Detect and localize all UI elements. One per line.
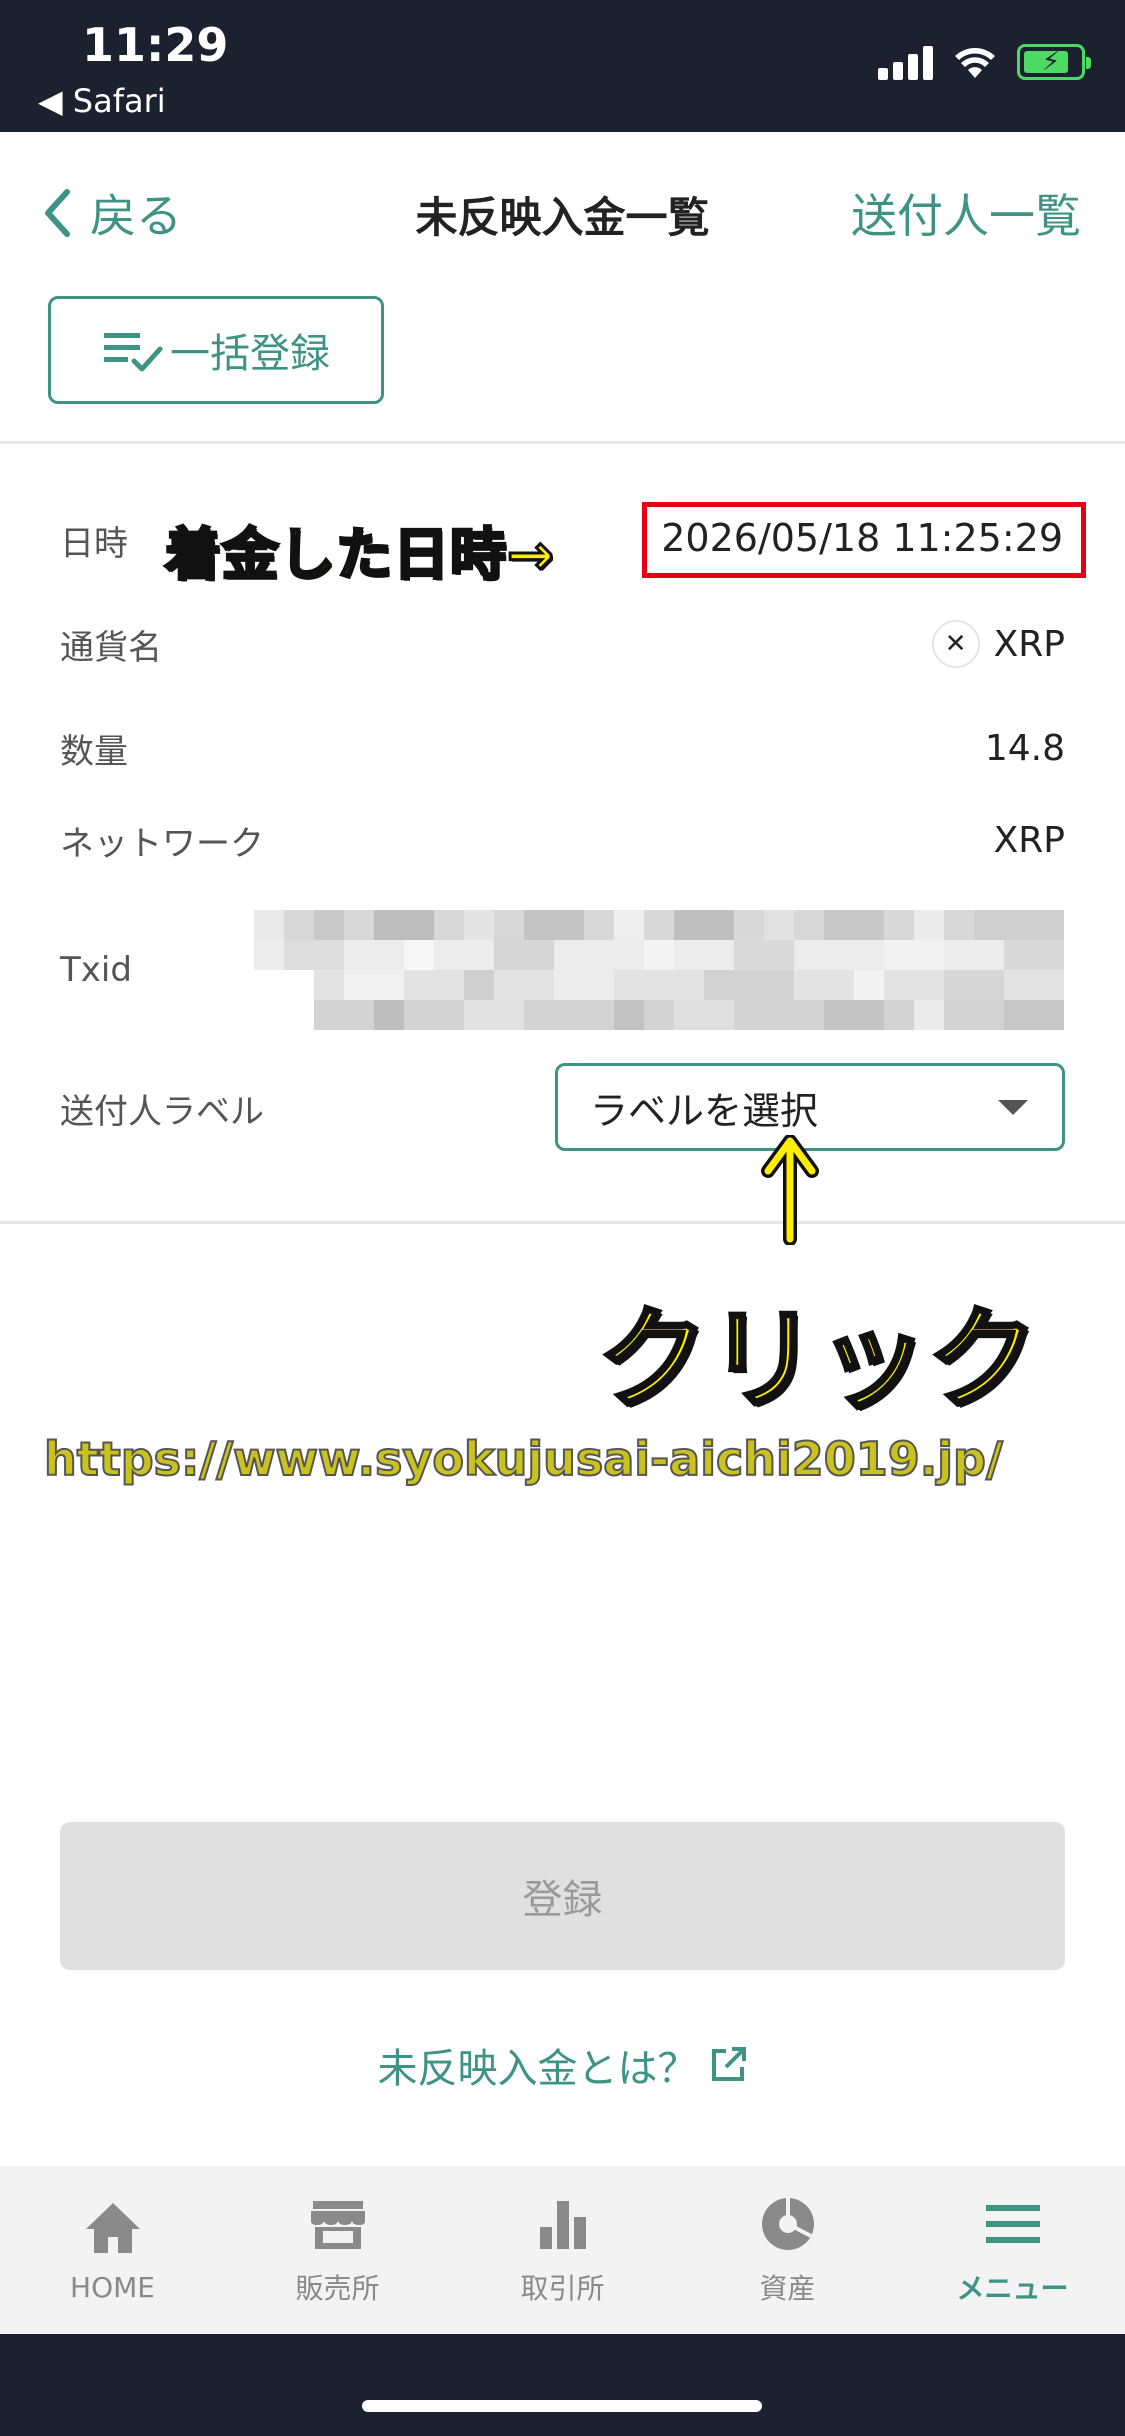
list-check-icon <box>104 333 163 372</box>
annotation-arrival-time: 着金した日時→ <box>164 522 556 590</box>
bulk-register-label: 一括登録 <box>170 332 330 376</box>
watermark-url: https://www.syokujusai-aichi2019.jp/ <box>43 1431 1004 1487</box>
detail-row-network: ネットワーク XRP <box>60 812 1065 868</box>
tab-menu-label: メニュー <box>956 2272 1069 2305</box>
amount-value: 14.8 <box>984 727 1065 769</box>
pie-chart-icon <box>761 2198 814 2250</box>
network-label: ネットワーク <box>60 823 264 864</box>
menu-icon <box>985 2205 1040 2243</box>
tab-assets[interactable]: 資産 <box>675 2166 900 2334</box>
home-icon <box>85 2202 140 2253</box>
detail-row-currency: 通貨名 ✕ XRP <box>60 616 1065 672</box>
tab-assets-label: 資産 <box>759 2272 816 2305</box>
status-time: 11:29 <box>82 18 229 72</box>
nav-bar: 戻る 未反映入金一覧 送付人一覧 <box>0 132 1125 282</box>
tab-store[interactable]: 販売所 <box>225 2166 450 2334</box>
detail-row-amount: 数量 14.8 <box>60 720 1065 776</box>
sender-label-label: 送付人ラベル <box>60 1091 264 1132</box>
mosaic-blur <box>254 910 1064 1030</box>
amount-label: 数量 <box>60 731 128 772</box>
status-icons: ⚡ <box>878 44 1091 80</box>
txid-value-mosaic <box>254 910 1064 1030</box>
currency-label: 通貨名 <box>60 627 162 668</box>
register-button[interactable]: 登録 <box>60 1822 1065 1970</box>
txid-label: Txid <box>60 950 132 990</box>
datetime-label: 日時 <box>60 524 128 564</box>
store-icon <box>310 2201 365 2249</box>
tab-exchange-label: 取引所 <box>520 2272 605 2305</box>
divider-top <box>0 441 1125 444</box>
sender-list-link[interactable]: 送付人一覧 <box>851 180 1081 246</box>
sender-label-placeholder: ラベルを選択 <box>590 1088 819 1133</box>
annotation-click: クリック <box>596 1294 1040 1426</box>
tab-home-label: HOME <box>70 2270 155 2304</box>
bulk-register-button[interactable]: 一括登録 <box>48 296 384 404</box>
external-link-icon <box>711 2047 746 2081</box>
status-bar: 11:29 ◀ Safari ⚡ <box>0 0 1125 132</box>
caret-down-icon <box>998 1099 1028 1115</box>
tab-bar: HOME 販売所 取引所 資産 メニュー <box>0 2166 1125 2334</box>
battery-charging-icon: ⚡ <box>1017 44 1091 80</box>
tab-menu[interactable]: メニュー <box>900 2166 1125 2334</box>
annotation-up-arrow-icon <box>761 1135 819 1245</box>
wifi-icon <box>955 48 995 78</box>
help-link[interactable]: 未反映入金とは？ <box>0 2036 1125 2094</box>
help-link-label: 未反映入金とは？ <box>377 2046 698 2092</box>
home-indicator-area <box>0 2334 1125 2436</box>
bar-chart-icon <box>539 2201 586 2249</box>
tab-home[interactable]: HOME <box>0 2166 225 2334</box>
status-back-to-app[interactable]: ◀ Safari <box>38 82 166 120</box>
divider-bottom <box>0 1221 1125 1224</box>
currency-value: XRP <box>993 623 1065 665</box>
tab-store-label: 販売所 <box>295 2272 380 2305</box>
tab-exchange[interactable]: 取引所 <box>450 2166 675 2334</box>
xrp-icon: ✕ <box>931 620 980 668</box>
datetime-value: 2026/05/18 11:25:29 <box>661 516 1063 560</box>
home-indicator[interactable] <box>362 2400 762 2412</box>
network-value: XRP <box>993 819 1065 861</box>
cellular-signal-icon <box>878 44 933 80</box>
